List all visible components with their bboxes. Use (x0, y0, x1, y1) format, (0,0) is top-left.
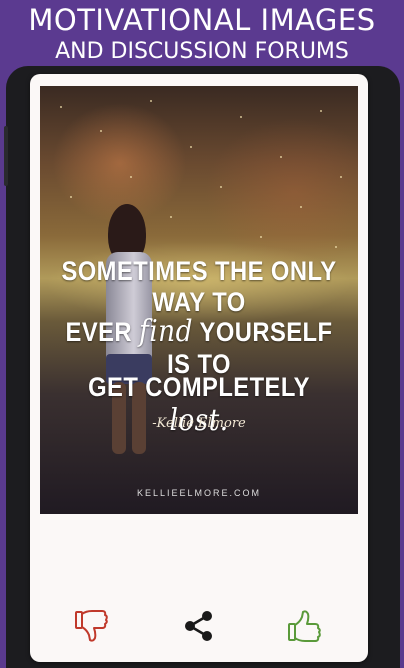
quote-site: KELLIEELMORE.COM (136, 488, 262, 498)
quote-line-1: SOMETIMES THE ONLY WAY TO (61, 256, 337, 317)
banner-subtitle: AND DISCUSSION FORUMS (55, 39, 349, 64)
quote-line-2-script: find (139, 314, 193, 349)
thumbs-up-icon (288, 610, 321, 642)
like-button[interactable] (285, 606, 325, 646)
app-banner: MOTIVATIONAL IMAGES AND DISCUSSION FORUM… (0, 0, 404, 70)
dislike-button[interactable] (72, 606, 112, 646)
banner-title: MOTIVATIONAL IMAGES (28, 3, 376, 37)
quote-author: -Kellie Elmore (152, 416, 246, 431)
quote-image[interactable]: SOMETIMES THE ONLY WAY TO EVER find YOUR… (40, 86, 358, 514)
quote-line-2: EVER find YOURSELF IS TO (59, 314, 339, 380)
share-icon (185, 611, 212, 641)
share-button[interactable] (179, 606, 219, 646)
action-bar (30, 594, 368, 662)
thumbs-down-icon (75, 610, 108, 642)
quote-line-3-pre: GET COMPLETELY (88, 372, 310, 402)
post-card: SOMETIMES THE ONLY WAY TO EVER find YOUR… (30, 74, 368, 662)
quote-line-2-pre: EVER (65, 317, 140, 347)
